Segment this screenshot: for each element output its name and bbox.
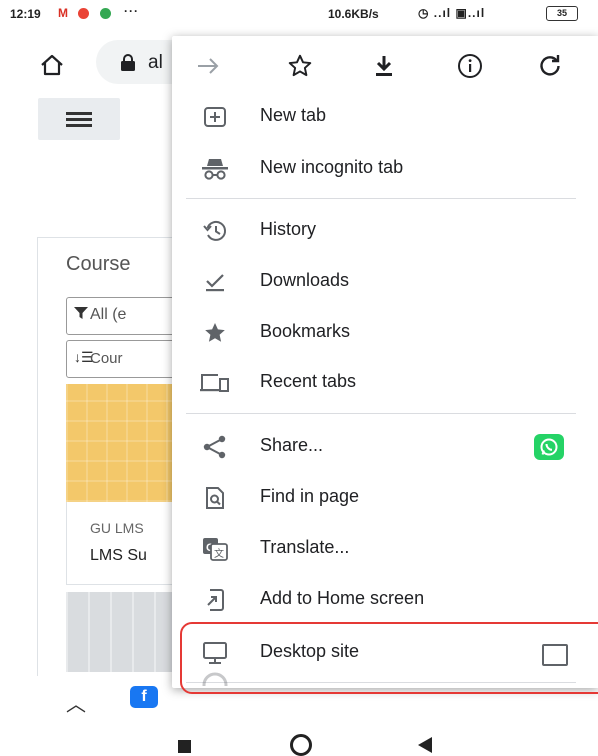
course-category: GU LMS xyxy=(90,520,144,536)
highlight-box xyxy=(180,622,598,694)
app-notification-icon xyxy=(100,8,111,19)
menu-item-label: Translate... xyxy=(260,537,350,557)
recents-nav-icon[interactable] xyxy=(178,740,191,753)
incognito-icon xyxy=(200,156,230,182)
home-icon[interactable] xyxy=(40,54,64,81)
menu-item-bookmarks[interactable]: Bookmarks xyxy=(172,308,598,358)
chevron-up-icon[interactable]: ︿ xyxy=(66,688,86,717)
star-icon[interactable] xyxy=(284,50,316,82)
menu-item-history[interactable]: History xyxy=(172,206,598,256)
app-notification-icon xyxy=(78,8,89,19)
menu-divider xyxy=(186,198,576,199)
menu-item-new-incognito-tab[interactable]: New incognito tab xyxy=(172,144,598,194)
menu-item-downloads[interactable]: Downloads xyxy=(172,257,598,307)
menu-item-label: Bookmarks xyxy=(260,321,351,341)
url-text[interactable]: al xyxy=(148,52,163,74)
course-title[interactable]: LMS Su xyxy=(90,547,147,565)
menu-item-label: Downloads xyxy=(260,270,350,290)
network-speed: 10.6KB/s xyxy=(328,7,379,21)
svg-text:文: 文 xyxy=(214,547,224,560)
find-in-page-icon xyxy=(200,485,230,511)
new-tab-icon xyxy=(200,104,230,130)
history-icon xyxy=(200,218,230,244)
course-heading: Course xyxy=(66,253,131,275)
menu-item-label: Find in page xyxy=(260,486,360,506)
add-to-home-icon xyxy=(200,587,230,613)
menu-item-add-to-home-screen[interactable]: Add to Home screen xyxy=(172,575,598,625)
menu-divider xyxy=(186,413,576,414)
status-time: 12:19 xyxy=(10,7,41,21)
hamburger-icon xyxy=(66,112,92,127)
menu-item-new-tab[interactable]: New tab xyxy=(172,92,598,142)
sort-label: Cour xyxy=(90,350,123,367)
whatsapp-icon[interactable] xyxy=(534,434,564,460)
menu-item-label: Add to Home screen xyxy=(260,588,425,608)
menu-item-share[interactable]: Share... xyxy=(172,422,598,472)
menu-item-label: History xyxy=(260,219,317,239)
menu-item-label: Recent tabs xyxy=(260,371,357,391)
facebook-tab-icon[interactable]: f xyxy=(130,686,158,708)
menu-action-row xyxy=(172,36,598,96)
menu-item-find-in-page[interactable]: Find in page xyxy=(172,473,598,523)
browser-menu: New tab New incognito tab History Downlo… xyxy=(172,36,598,688)
status-bar: 12:19 M ··· 10.6KB/s ◷ ..ıl ▣..ıl 35 xyxy=(0,0,598,28)
signal-icons: ◷ ..ıl ▣..ıl xyxy=(418,6,486,20)
translate-icon: G文 xyxy=(200,536,230,562)
menu-item-recent-tabs[interactable]: Recent tabs xyxy=(172,358,598,408)
menu-item-label: New tab xyxy=(260,105,327,125)
share-icon xyxy=(200,434,230,460)
menu-item-translate[interactable]: G文 Translate... xyxy=(172,524,598,574)
bookmarks-icon xyxy=(200,320,230,346)
lock-icon xyxy=(120,54,136,77)
gmail-icon: M xyxy=(58,6,68,20)
battery-icon: 35 xyxy=(546,6,578,21)
recent-tabs-icon xyxy=(200,370,230,396)
reload-icon[interactable] xyxy=(534,50,566,82)
forward-icon[interactable] xyxy=(192,50,224,82)
menu-item-label: Share... xyxy=(260,435,324,455)
filter-label: All (e xyxy=(90,306,127,323)
more-notifications-icon: ··· xyxy=(124,4,139,18)
downloads-icon xyxy=(200,269,230,295)
filter-icon xyxy=(74,306,88,325)
menu-item-label: New incognito tab xyxy=(260,157,404,177)
download-icon[interactable] xyxy=(368,50,400,82)
info-icon[interactable] xyxy=(454,50,486,82)
back-nav-icon[interactable] xyxy=(418,737,432,753)
